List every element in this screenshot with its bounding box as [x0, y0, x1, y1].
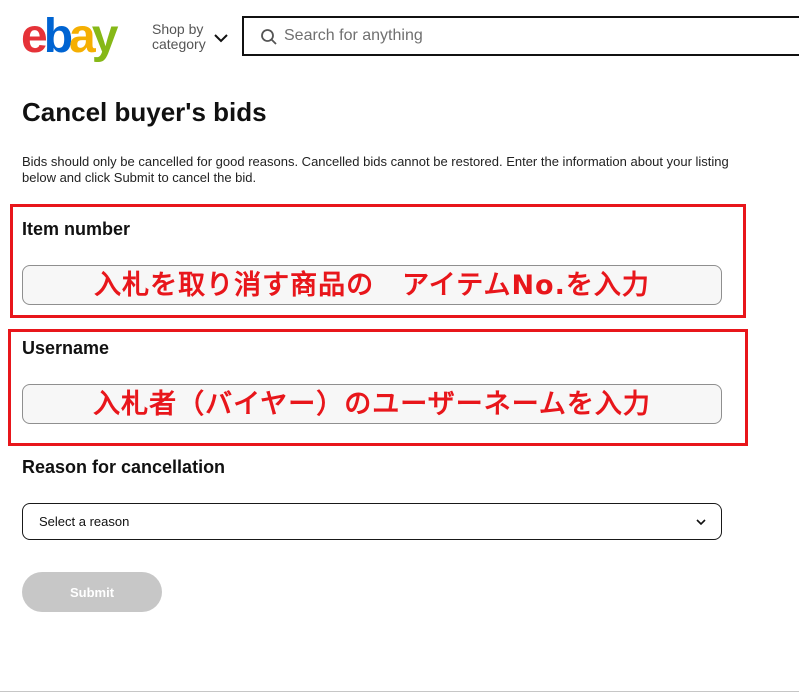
item-number-label: Item number	[22, 219, 131, 239]
footer-divider	[0, 691, 799, 692]
search-input[interactable]	[284, 18, 784, 54]
chevron-down-icon	[696, 519, 706, 526]
username-annotation: 入札者（バイヤー）のユーザーネームを入力	[93, 389, 651, 420]
logo-letter-b: b	[43, 10, 73, 63]
ebay-logo[interactable]: ebay	[21, 10, 119, 63]
chevron-down-icon[interactable]	[213, 30, 229, 46]
page-title: Cancel buyer's bids	[22, 97, 267, 127]
logo-letter-y: y	[91, 10, 119, 63]
search-icon	[261, 29, 277, 45]
submit-button[interactable]: Submit	[22, 572, 162, 612]
shop-by-line2: category	[152, 36, 206, 52]
item-number-annotation: 入札を取り消す商品の アイテムNo.を入力	[94, 270, 650, 301]
reason-select[interactable]: Select a reason	[22, 503, 722, 540]
intro-text: Bids should only be cancelled for good r…	[22, 154, 729, 185]
search-bar[interactable]	[242, 16, 799, 56]
logo-letter-e: e	[21, 10, 48, 63]
username-label: Username	[22, 338, 110, 358]
reason-select-value: Select a reason	[39, 514, 130, 529]
reason-label: Reason for cancellation	[22, 457, 226, 477]
shop-by-line1: Shop by	[152, 21, 204, 37]
item-number-field[interactable]: 入札を取り消す商品の アイテムNo.を入力	[22, 265, 722, 305]
shop-by-category-button[interactable]: Shop by category	[152, 22, 206, 52]
logo-letter-a: a	[69, 10, 96, 63]
username-field[interactable]: 入札者（バイヤー）のユーザーネームを入力	[22, 384, 722, 424]
